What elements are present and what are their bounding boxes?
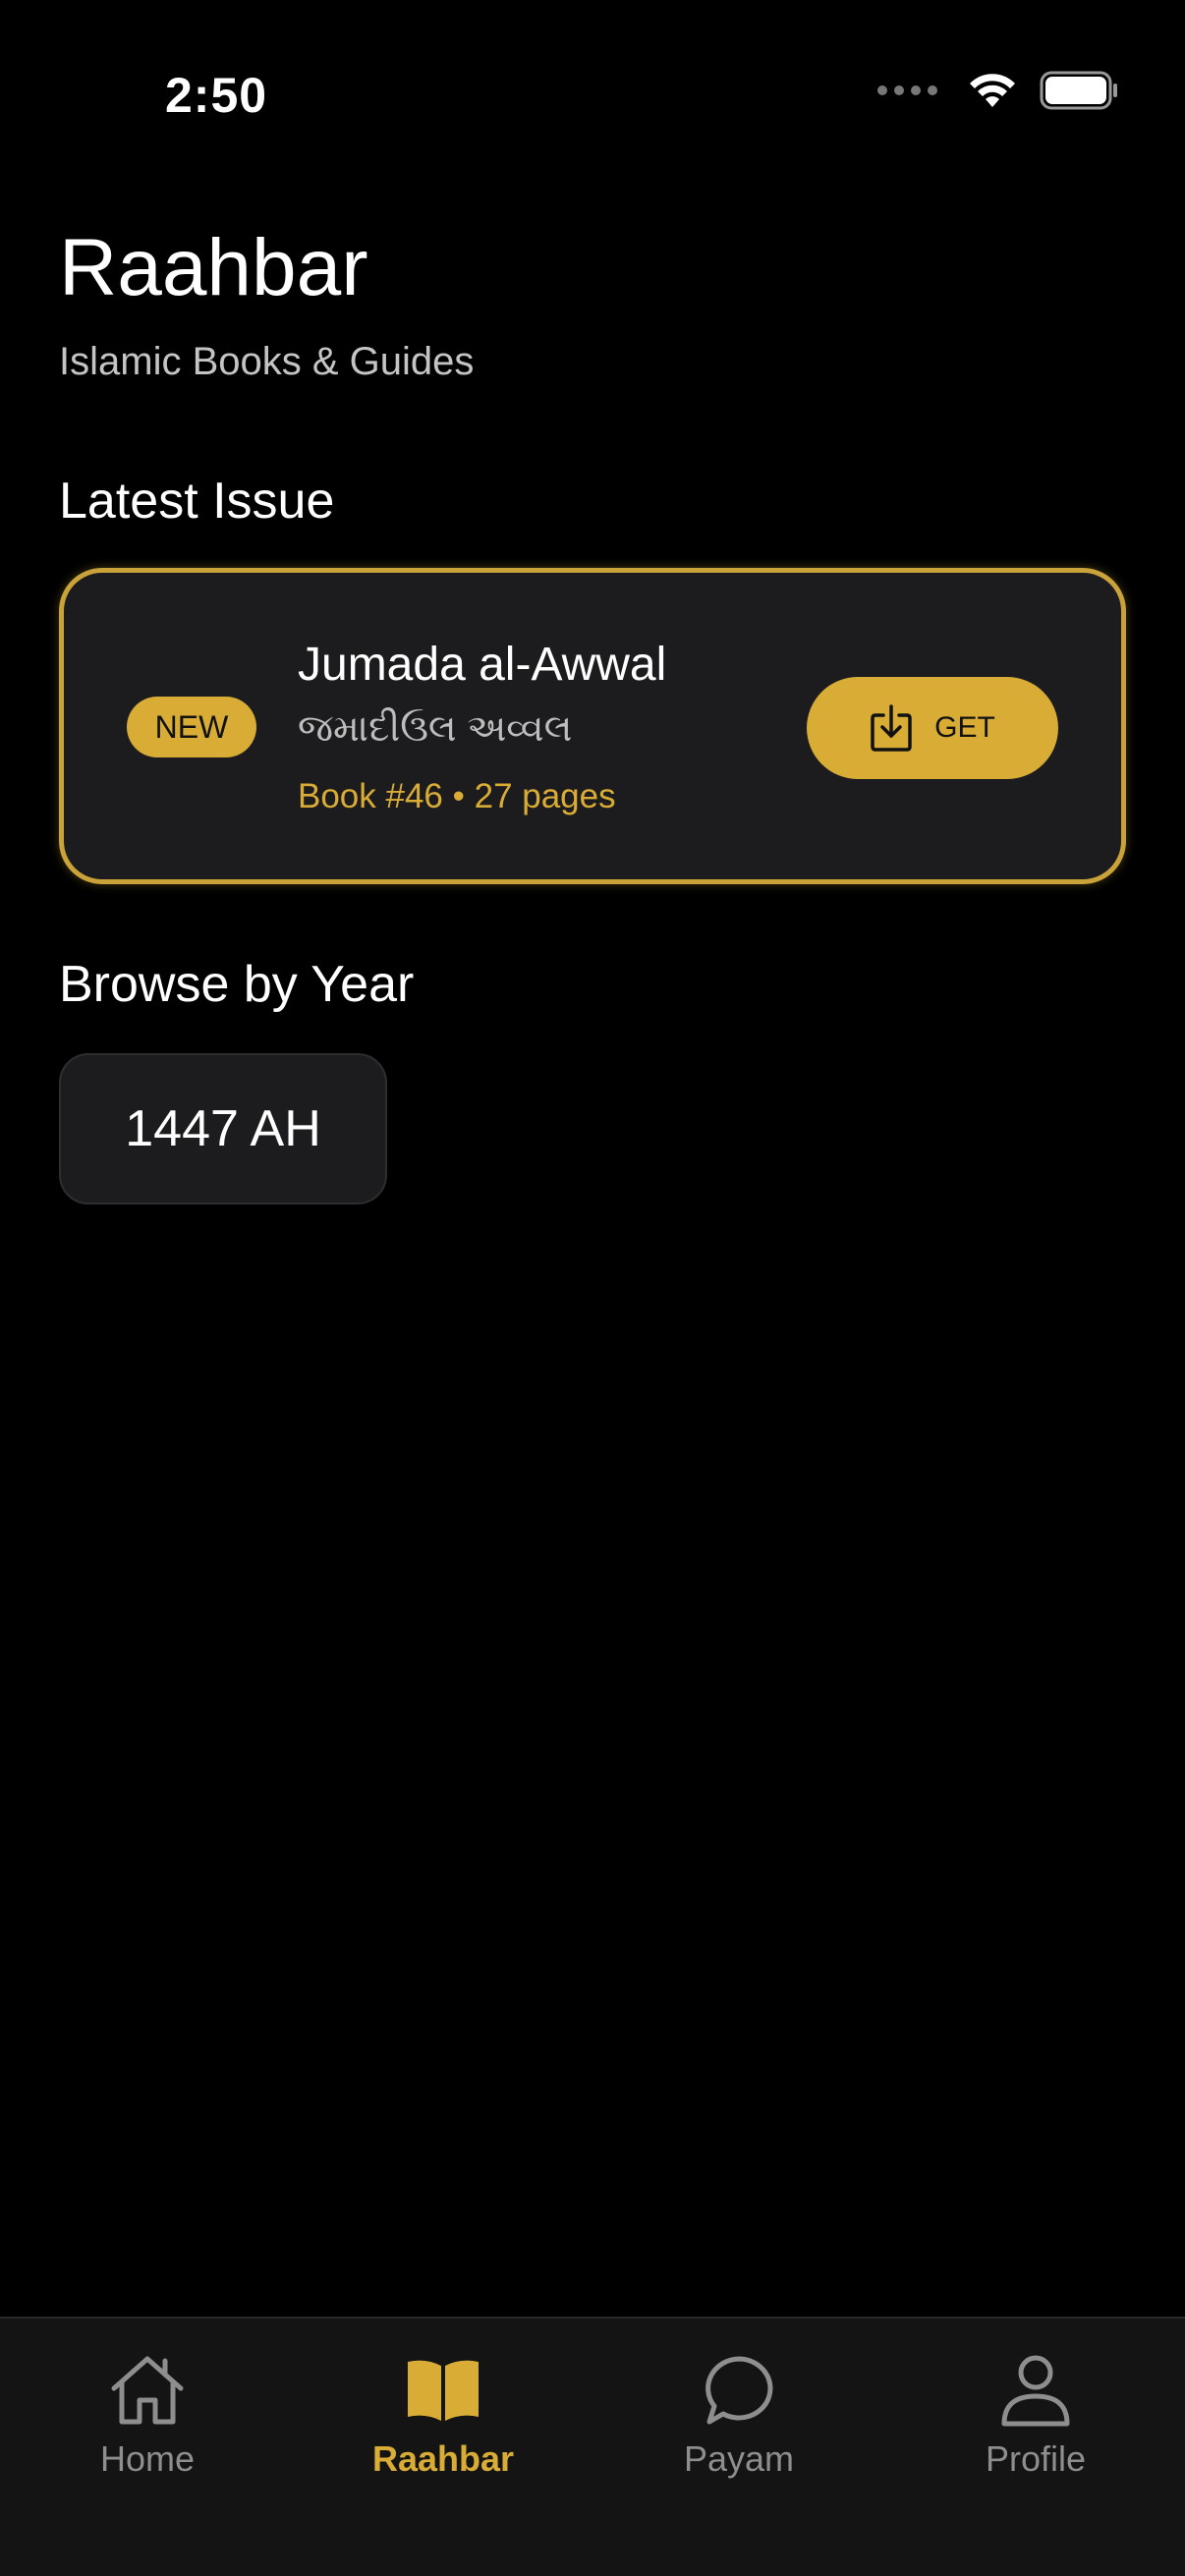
cellular-signal-icon	[877, 85, 937, 95]
tab-home-label: Home	[99, 2438, 196, 2479]
home-icon	[111, 2356, 184, 2425]
latest-issue-card[interactable]: NEW Jumada al-Awwal જમાદીઉલ અવ્વલ Book #…	[59, 568, 1126, 884]
person-icon	[1001, 2355, 1070, 2427]
book-icon	[408, 2360, 479, 2421]
tab-payam[interactable]: Payam	[621, 2348, 857, 2495]
year-chip-1447[interactable]: 1447 AH	[59, 1053, 387, 1204]
wifi-icon	[970, 74, 1015, 107]
page-title: Raahbar	[59, 223, 368, 312]
tab-bar: Home Raahbar Payam Profile	[0, 2317, 1185, 2576]
tab-profile[interactable]: Profile	[918, 2348, 1154, 2495]
new-badge: NEW	[127, 697, 256, 757]
page-subtitle: Islamic Books & Guides	[59, 340, 475, 383]
get-button[interactable]: GET	[807, 677, 1058, 779]
get-button-label: GET	[934, 711, 995, 744]
status-time: 2:50	[165, 68, 268, 123]
download-icon	[871, 704, 912, 752]
status-icons	[877, 71, 1120, 110]
latest-issue-heading: Latest Issue	[59, 473, 335, 530]
tab-payam-label: Payam	[683, 2438, 795, 2479]
tab-home[interactable]: Home	[29, 2348, 265, 2495]
chat-bubble-icon	[705, 2356, 773, 2425]
tab-profile-label: Profile	[985, 2438, 1087, 2479]
tab-raahbar-label: Raahbar	[371, 2438, 515, 2479]
battery-icon	[1040, 71, 1117, 110]
issue-title: Jumada al-Awwal	[298, 639, 667, 691]
issue-subtitle: જમાદીઉલ અવ્વલ	[298, 708, 573, 750]
issue-meta: Book #46 • 27 pages	[298, 777, 616, 815]
tab-raahbar[interactable]: Raahbar	[325, 2348, 561, 2495]
browse-by-year-heading: Browse by Year	[59, 956, 415, 1013]
